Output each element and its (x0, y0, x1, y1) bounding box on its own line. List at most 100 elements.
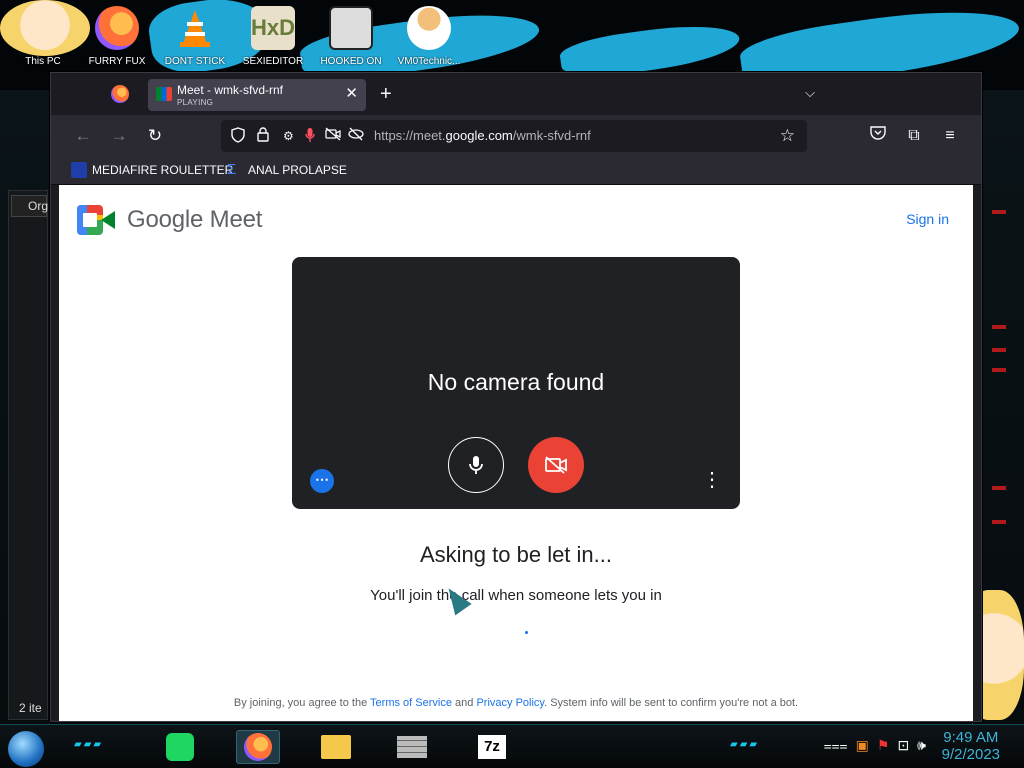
forward-arrow-icon[interactable]: → (107, 124, 131, 148)
chevron-down-icon[interactable]: ⌵ (805, 85, 815, 101)
taskbar: ▰▰▰ 7z ▰▰▰ ⩶ ▣ ⚑ ⊡ 🕪 9:49 AM 9/2/2023 (0, 724, 1024, 768)
lock-icon[interactable] (257, 127, 269, 146)
asking-status-subtitle: You'll join the call when someone lets y… (370, 587, 662, 604)
tab-title: Meet - wmk-sfvd-rnf (177, 83, 284, 97)
sign-in-link[interactable]: Sign in (906, 211, 949, 227)
taskbar-deco-right: ▰▰▰ (730, 739, 760, 750)
bookmark-star-icon[interactable]: ☆ (780, 126, 795, 146)
more-options-vertical-icon[interactable]: ⋮ (702, 467, 722, 493)
start-orb-button[interactable] (8, 731, 44, 767)
desktop-icon-label: SEXIEDITOR (242, 56, 304, 67)
privacy-policy-link[interactable]: Privacy Policy (476, 697, 544, 709)
tray-app-icon[interactable]: ▣ (856, 737, 869, 754)
url-path: /wmk-sfvd-rnf (512, 128, 591, 143)
brick-wall-icon (397, 736, 427, 758)
desktop-icon-label: HOOKED ON (320, 56, 382, 67)
bookmark-label: MEDIAFIRE ROULETTER (92, 163, 234, 177)
camera-toggle-button[interactable] (528, 437, 584, 493)
microphone-toggle-button[interactable] (448, 437, 504, 493)
logo-text: Google Meet (127, 206, 263, 233)
system-tray: ⩶ ▣ ⚑ ⊡ 🕪 (824, 737, 926, 754)
back-arrow-icon[interactable]: ← (71, 124, 95, 148)
close-icon[interactable]: ✕ (345, 85, 358, 103)
video-preview: No camera found ⋯ ⋮ (292, 257, 740, 509)
taskbar-firewall[interactable] (390, 730, 434, 764)
sigma-bookmark-icon: Σ (227, 161, 237, 178)
google-meet-logo[interactable]: Google Meet (77, 205, 262, 235)
terms-footer: By joining, you agree to the Terms of Se… (59, 697, 973, 709)
maze-game-icon (329, 6, 373, 50)
hamburger-menu-icon[interactable]: ≡ (939, 125, 961, 147)
clock-date: 9/2/2023 (941, 746, 1000, 763)
taskbar-spotify[interactable] (158, 730, 202, 764)
loading-spinner (525, 631, 528, 634)
microphone-active-icon[interactable] (305, 127, 315, 147)
firefox-shortcut-icon (95, 6, 139, 50)
google-meet-logo-icon (77, 205, 115, 235)
clock-time: 9:49 AM (943, 729, 999, 746)
navigation-toolbar: ← → ↻ ⚙ https://meet.google.com/wmk-sfvd… (51, 115, 981, 157)
vlc-cone-icon (173, 6, 217, 50)
desktop-icon-label: FURRY FUX (88, 56, 146, 67)
desktop-icon-label: DONT STICK (164, 56, 226, 67)
footer-suffix: . System info will be sent to confirm yo… (544, 697, 799, 709)
desktop-icon-sexieditor[interactable]: HxD SEXIEDITOR (236, 6, 310, 67)
shield-icon[interactable] (231, 127, 245, 147)
doctor-avatar-icon (407, 6, 451, 50)
clock[interactable]: 9:49 AM 9/2/2023 (942, 729, 1000, 763)
hxd-editor-icon: HxD (251, 6, 295, 50)
desktop-icon-hooked-on[interactable]: HOOKED ON (314, 6, 388, 67)
permissions-icon[interactable]: ⚙ (283, 127, 294, 145)
url-text[interactable]: https://meet.google.com/wmk-sfvd-rnf (374, 128, 591, 143)
footer-prefix: By joining, you agree to the (233, 697, 368, 709)
network-icon[interactable]: ⊡ (897, 737, 909, 754)
desktop-icon-dont-stick[interactable]: DONT STICK (158, 6, 232, 67)
screen-share-blocked-icon[interactable] (348, 127, 364, 145)
bookmarks-toolbar: MEDIAFIRE ROULETTER Σ ANAL PROLAPSE (51, 157, 981, 185)
firefox-icon (244, 733, 272, 761)
desktop-icon-furry-fux[interactable]: FURRY FUX (80, 6, 154, 67)
terms-of-service-link[interactable]: Terms of Service (370, 697, 452, 709)
extensions-puzzle-icon[interactable]: ⧉ (903, 125, 925, 147)
firefox-view-icon[interactable] (111, 85, 129, 103)
computer-icon (21, 6, 65, 50)
desktop-icon-vm0technic[interactable]: VM0Technic... (392, 6, 466, 67)
taskbar-7zip[interactable]: 7z (470, 730, 514, 764)
organize-button[interactable]: Org (11, 195, 48, 217)
meet-page: Google Meet Sign in No camera found ⋯ ⋮ … (59, 185, 973, 721)
pocket-icon[interactable] (867, 125, 889, 147)
tab-playing-status: PLAYING (177, 98, 214, 107)
asking-status-title: Asking to be let in... (420, 542, 612, 567)
visual-effects-button[interactable]: ⋯ (310, 469, 334, 493)
firefox-window: Meet - wmk-sfvd-rnf PLAYING ✕ + ⌵ ← → ↻ … (50, 72, 982, 722)
item-count: 2 ite (19, 701, 42, 715)
folder-icon (321, 735, 351, 759)
bookmark-mediafire[interactable]: MEDIAFIRE ROULETTER (71, 162, 233, 178)
action-center-flag-icon[interactable]: ⚑ (877, 737, 890, 754)
desktop-icon-label: This PC (25, 56, 61, 67)
new-tab-plus-icon[interactable]: + (380, 82, 392, 106)
google-meet-favicon-icon (156, 87, 172, 101)
7zip-icon: 7z (478, 735, 506, 759)
reload-icon[interactable]: ↻ (143, 124, 167, 148)
spotify-icon (166, 733, 194, 761)
tab-meet[interactable]: Meet - wmk-sfvd-rnf PLAYING ✕ (148, 79, 366, 111)
file-explorer-window-fragment[interactable]: Org 2 ite (8, 190, 48, 720)
taskbar-firefox[interactable] (236, 730, 280, 764)
url-prefix: https://meet. (374, 128, 446, 143)
bookmark-label: ANAL PROLAPSE (248, 163, 347, 177)
no-camera-message: No camera found (427, 369, 605, 395)
microphone-icon (469, 456, 483, 474)
taskbar-file-explorer[interactable] (314, 730, 358, 764)
camera-off-icon (545, 456, 567, 474)
volume-icon[interactable]: 🕪 (917, 737, 926, 754)
desktop-icon-this-pc[interactable]: This PC (6, 6, 80, 67)
mediafire-icon (71, 162, 87, 178)
footer-and: and (455, 697, 474, 709)
tab-strip: Meet - wmk-sfvd-rnf PLAYING ✕ + ⌵ (51, 73, 981, 115)
show-desktop-icon[interactable]: ⩶ (824, 737, 848, 754)
camera-blocked-icon[interactable] (325, 127, 341, 145)
address-bar[interactable]: ⚙ https://meet.google.com/wmk-sfvd-rnf ☆ (221, 120, 807, 152)
taskbar-deco-left: ▰▰▰ (74, 739, 104, 750)
bookmark-prolapse[interactable]: Σ ANAL PROLAPSE (227, 162, 347, 178)
